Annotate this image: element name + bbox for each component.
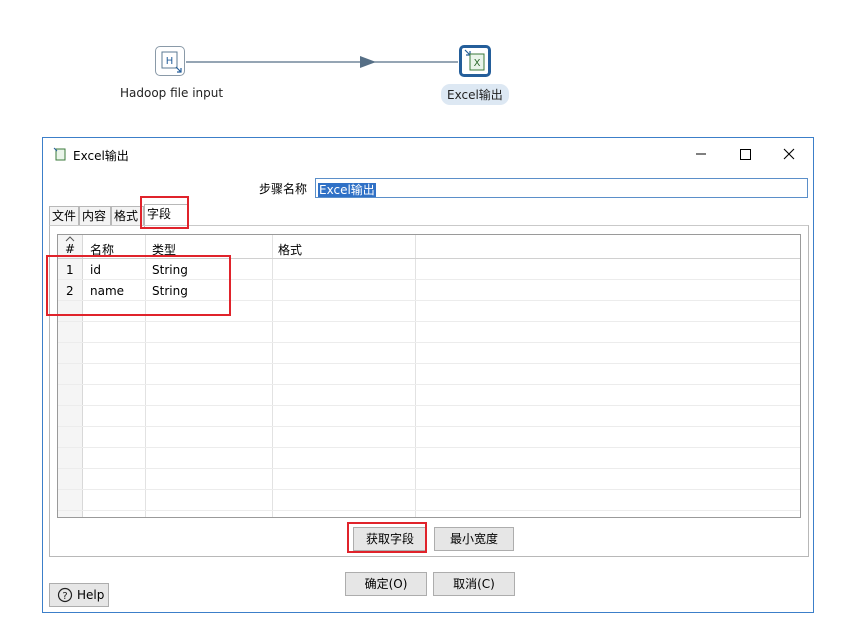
excel-output-step[interactable]: X — [459, 45, 491, 77]
empty-row — [58, 385, 800, 406]
tab-file[interactable]: 文件 — [49, 206, 79, 226]
fields-table[interactable]: # 名称 类型 格式 1 id String 2 name String — [57, 234, 801, 518]
empty-row — [58, 490, 800, 511]
svg-text:X: X — [474, 58, 481, 69]
tab-format[interactable]: 格式 — [111, 206, 144, 226]
empty-row — [58, 301, 800, 322]
header-format[interactable]: 格式 — [278, 241, 302, 258]
table-header: # 名称 类型 格式 — [58, 235, 800, 259]
excel-small-icon — [53, 147, 66, 161]
row-index: 2 — [66, 284, 74, 298]
hop-arrow[interactable] — [186, 55, 458, 69]
transformation-canvas: H Hadoop file input X Excel输出 — [0, 0, 854, 130]
dialog-title: Excel输出 — [73, 149, 129, 163]
min-width-button[interactable]: 最小宽度 — [434, 527, 514, 551]
close-icon — [783, 148, 795, 160]
field-name-cell[interactable]: name — [90, 284, 124, 298]
maximize-icon — [740, 149, 751, 160]
minimize-button[interactable] — [679, 141, 723, 167]
hadoop-file-icon: H — [161, 51, 182, 73]
excel-output-dialog: Excel输出 步骤名称 Excel输出 文件 内容 格式 字段 # 名称 类型… — [42, 137, 814, 613]
excel-output-icon: X — [464, 49, 485, 71]
empty-row — [58, 469, 800, 490]
get-fields-button[interactable]: 获取字段 — [353, 527, 427, 551]
ok-button[interactable]: 确定(O) — [345, 572, 427, 596]
field-type-cell[interactable]: String — [152, 284, 188, 298]
dialog-titlebar[interactable]: Excel输出 — [43, 138, 813, 170]
cancel-button[interactable]: 取消(C) — [433, 572, 515, 596]
excel-step-label: Excel输出 — [441, 84, 509, 105]
empty-row — [58, 343, 800, 364]
step-name-input[interactable]: Excel输出 — [315, 178, 808, 198]
arrow-right-icon — [360, 56, 376, 68]
empty-row — [58, 427, 800, 448]
tab-fields[interactable]: 字段 — [144, 204, 188, 227]
step-name-label: 步骤名称 — [259, 182, 308, 196]
empty-row — [58, 364, 800, 385]
hadoop-step-label: Hadoop file input — [120, 86, 224, 100]
header-type[interactable]: 类型 — [152, 241, 176, 258]
help-button[interactable]: ? Help — [49, 583, 109, 607]
hadoop-file-input-step[interactable]: H — [155, 46, 185, 76]
table-row[interactable]: 2 name String — [58, 280, 800, 301]
table-row[interactable]: 1 id String — [58, 259, 800, 280]
minimize-icon — [696, 153, 706, 155]
field-type-cell[interactable]: String — [152, 263, 188, 277]
row-index: 1 — [66, 263, 74, 277]
maximize-button[interactable] — [723, 141, 767, 167]
empty-row — [58, 448, 800, 469]
empty-row — [58, 406, 800, 427]
close-button[interactable] — [767, 141, 811, 167]
header-index[interactable]: # — [65, 242, 75, 256]
svg-text:?: ? — [62, 591, 67, 602]
tab-content[interactable]: 内容 — [79, 206, 111, 226]
field-name-cell[interactable]: id — [90, 263, 101, 277]
empty-row — [58, 322, 800, 343]
help-label: Help — [77, 588, 105, 602]
fields-panel: # 名称 类型 格式 1 id String 2 name String 获取字… — [49, 225, 809, 557]
svg-text:H: H — [166, 56, 174, 67]
header-name[interactable]: 名称 — [90, 241, 114, 258]
help-icon: ? — [57, 587, 73, 603]
step-name-value: Excel输出 — [318, 183, 376, 197]
